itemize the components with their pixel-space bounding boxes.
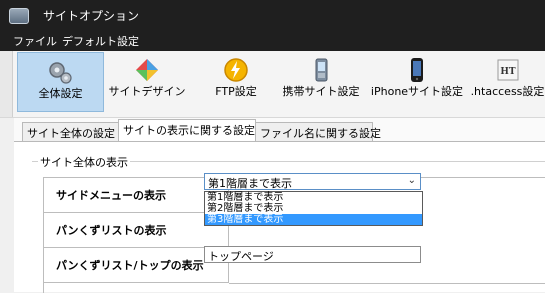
- tab-label: ファイル名に関する設定: [260, 127, 381, 140]
- title-bar: サイトオプション: [0, 0, 545, 31]
- side-menu-dropdown-list: 第1階層まで表示 第2階層まで表示 第3階層まで表示: [204, 191, 423, 226]
- toolbar-grip: [0, 51, 13, 117]
- svg-text:HT: HT: [500, 67, 516, 77]
- toolbar-label: iPhoneサイト設定: [370, 85, 464, 98]
- tab-panel: サイト全体の表示 サイドメニューの表示 パンくずリストの表示 パンくずリスト/ト…: [14, 141, 545, 293]
- chevron-down-icon: ⌄: [407, 175, 416, 186]
- toolbar-button-site-design[interactable]: サイトデザイン: [104, 51, 190, 109]
- row-label-breadcrumb-top: パンくずリスト/トップの表示: [44, 248, 229, 283]
- toolbar-button-ftp-settings[interactable]: FTP設定: [206, 51, 266, 109]
- row-label-side-menu: サイドメニューの表示: [44, 178, 229, 213]
- mobile-phone-icon: [315, 58, 328, 82]
- group-title: サイト全体の表示: [38, 154, 130, 170]
- window-title: サイトオプション: [43, 9, 140, 23]
- tab-label: サイトの表示に関する設定: [123, 124, 255, 137]
- toolbar-label: .htaccess設定: [470, 85, 545, 98]
- menu-default-settings[interactable]: デフォルト設定: [62, 33, 139, 49]
- ht-file-icon: HT: [497, 59, 519, 81]
- toolbar-label: 全体設定: [38, 87, 83, 100]
- side-menu-select[interactable]: 第1階層まで表示 ⌄: [204, 173, 421, 190]
- settings-content: サイト全体の設定 サイトの表示に関する設定 ファイル名に関する設定 サイト全体の…: [14, 118, 545, 293]
- lightning-icon: [224, 58, 248, 82]
- breadcrumb-top-input[interactable]: トップページ: [204, 246, 421, 263]
- app-icon: [9, 8, 29, 24]
- menu-bar: ファイル デフォルト設定: [0, 31, 545, 51]
- toolbar-button-iphone-site-settings[interactable]: iPhoneサイト設定: [368, 51, 466, 109]
- dropdown-option[interactable]: 第1階層まで表示: [205, 192, 422, 203]
- iphone-icon: [411, 58, 423, 82]
- palette-icon: [136, 59, 158, 81]
- toolbar-label: サイトデザイン: [108, 85, 186, 98]
- gears-icon: [49, 62, 72, 84]
- dropdown-option[interactable]: 第3階層まで表示: [205, 214, 422, 225]
- row-label-breadcrumb: パンくずリストの表示: [44, 213, 229, 248]
- select-value: 第1階層まで表示: [208, 177, 292, 190]
- tab-label: サイト全体の設定: [27, 127, 115, 140]
- menu-file[interactable]: ファイル: [13, 33, 57, 49]
- toolbar-button-htaccess-settings[interactable]: HT .htaccess設定: [470, 51, 545, 109]
- toolbar-button-mobile-site-settings[interactable]: 携帯サイト設定: [280, 51, 362, 109]
- toolbar-label: 携帯サイト設定: [282, 85, 360, 98]
- tab-site-display-settings[interactable]: サイトの表示に関する設定: [118, 119, 256, 142]
- toolbar: 全体設定 サイトデザイン FTP設定 携帯サイト設定 iPhoneサイト設定 H…: [0, 51, 545, 118]
- dropdown-option[interactable]: 第2階層まで表示: [205, 203, 422, 214]
- toolbar-label: FTP設定: [215, 85, 257, 98]
- tab-site-wide-settings[interactable]: サイト全体の設定: [22, 122, 119, 141]
- tab-filename-settings[interactable]: ファイル名に関する設定: [255, 122, 381, 141]
- toolbar-button-general-settings[interactable]: 全体設定: [17, 52, 104, 112]
